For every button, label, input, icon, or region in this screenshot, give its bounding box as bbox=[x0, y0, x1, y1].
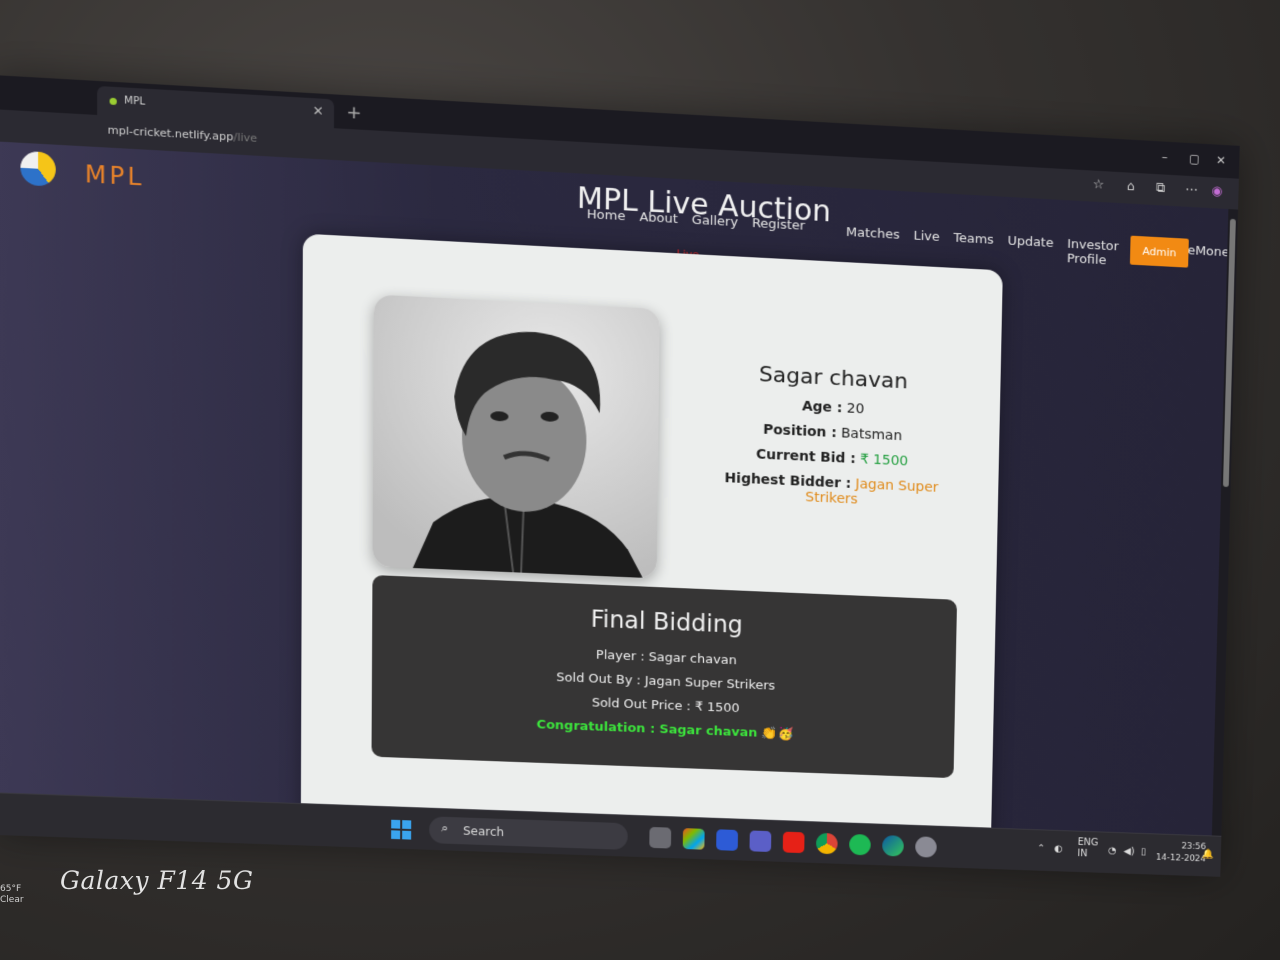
new-tab-icon[interactable]: + bbox=[346, 102, 362, 124]
nav-matches[interactable]: Matches bbox=[846, 225, 900, 257]
tab-favicon-icon bbox=[109, 97, 117, 106]
task-view-icon[interactable] bbox=[649, 826, 672, 849]
favorite-star-icon[interactable]: ☆ bbox=[1093, 177, 1105, 192]
player-card: Sagar chavan Age : 20 Position : Batsman… bbox=[300, 233, 1003, 877]
current-bid-label: Current Bid : bbox=[755, 446, 856, 467]
copilot-icon[interactable]: ◉ bbox=[1211, 184, 1222, 199]
player-name: Sagar chavan bbox=[758, 362, 909, 395]
nav-teams[interactable]: Teams bbox=[953, 231, 994, 262]
nav-register[interactable]: Register bbox=[752, 216, 805, 233]
player-age-row: Age : 20 bbox=[704, 394, 960, 422]
notification-bell-icon[interactable]: 🔔 bbox=[1202, 849, 1214, 860]
weather-temp: 65°F bbox=[0, 884, 22, 894]
extensions-icon[interactable]: ⌂ bbox=[1127, 179, 1135, 194]
tray-chevron-icon[interactable]: ⌃ bbox=[1037, 843, 1045, 854]
tab-title: MPL bbox=[124, 95, 146, 108]
highest-bidder-row: Highest Bidder : Jagan Super Strikers bbox=[703, 470, 959, 512]
highest-bidder-label: Highest Bidder : bbox=[724, 470, 852, 492]
edge-icon[interactable] bbox=[882, 835, 904, 857]
final-bidding-title: Final Bidding bbox=[590, 605, 743, 639]
site-brand[interactable]: MPL bbox=[85, 160, 145, 191]
position-value: Batsman bbox=[840, 425, 903, 445]
age-label: Age : bbox=[801, 398, 843, 417]
copilot-app-icon[interactable] bbox=[682, 828, 705, 850]
player-position-row: Position : Batsman bbox=[704, 419, 960, 447]
nav-update[interactable]: Update bbox=[1007, 234, 1053, 265]
weather-widget[interactable]: 65°F Clear bbox=[0, 884, 24, 906]
player-photo bbox=[372, 294, 660, 579]
site-logo[interactable] bbox=[20, 150, 56, 187]
battery-icon[interactable]: ▯ bbox=[1141, 847, 1147, 857]
url-path: /live bbox=[233, 130, 258, 145]
more-menu-icon[interactable]: ⋯ bbox=[1185, 183, 1198, 198]
monitor-screen: MPL ✕ + – ▢ ✕ mpl-cricket.netlify.app/li… bbox=[0, 75, 1240, 877]
teams-icon[interactable] bbox=[749, 830, 772, 853]
settings-gear-icon[interactable] bbox=[915, 836, 937, 858]
current-bid-row: Current Bid : ₹ 1500 bbox=[704, 444, 960, 471]
search-icon: ⌕ bbox=[441, 821, 449, 837]
weather-cond: Clear bbox=[0, 895, 24, 905]
player-info: Sagar chavan Age : 20 Position : Batsman… bbox=[703, 360, 962, 521]
taskbar-search[interactable]: ⌕ Search bbox=[429, 816, 628, 850]
teams-meet-icon[interactable] bbox=[716, 829, 739, 851]
position-label: Position : bbox=[762, 422, 837, 441]
collections-icon[interactable]: ⧉ bbox=[1156, 181, 1165, 196]
nav-home[interactable]: Home bbox=[587, 207, 626, 224]
windows-start-icon[interactable] bbox=[391, 819, 412, 840]
youtube-icon[interactable] bbox=[782, 831, 805, 854]
lang-code: ENG bbox=[1077, 837, 1099, 849]
region-code: IN bbox=[1077, 848, 1088, 860]
url-host: mpl-cricket.netlify.app bbox=[107, 123, 234, 144]
minimize-icon[interactable]: – bbox=[1162, 150, 1168, 164]
device-watermark: Galaxy F14 5G bbox=[60, 866, 254, 895]
tray-app-icon[interactable]: ◐ bbox=[1054, 844, 1063, 855]
nav-gallery[interactable]: Gallery bbox=[692, 213, 738, 230]
nav-about[interactable]: About bbox=[639, 210, 678, 227]
taskbar-search-label: Search bbox=[463, 824, 505, 839]
spotify-icon[interactable] bbox=[849, 833, 871, 856]
site-viewport: MPL MPL Live Auction Home About Gallery … bbox=[0, 141, 1239, 877]
taskbar-clock[interactable]: 23:56 14-12-2024 bbox=[1156, 840, 1207, 866]
language-indicator[interactable]: ENG IN bbox=[1077, 837, 1098, 860]
admin-button[interactable]: Admin bbox=[1129, 235, 1189, 268]
maximize-icon[interactable]: ▢ bbox=[1189, 152, 1200, 166]
tab-close-icon[interactable]: ✕ bbox=[313, 104, 324, 120]
final-bidding-panel: Final Bidding Player : Sagar chavan Sold… bbox=[371, 575, 958, 779]
url-text[interactable]: mpl-cricket.netlify.app/live bbox=[108, 124, 258, 145]
clock-date: 14-12-2024 bbox=[1155, 853, 1206, 865]
volume-icon[interactable]: ◀) bbox=[1123, 846, 1134, 857]
close-window-icon[interactable]: ✕ bbox=[1216, 153, 1226, 167]
age-value: 20 bbox=[846, 400, 865, 418]
current-bid-value: ₹ 1500 bbox=[859, 451, 909, 470]
chrome-icon[interactable] bbox=[815, 832, 838, 855]
nav-live[interactable]: Live bbox=[913, 229, 939, 260]
wifi-icon[interactable]: ◔ bbox=[1108, 846, 1117, 857]
